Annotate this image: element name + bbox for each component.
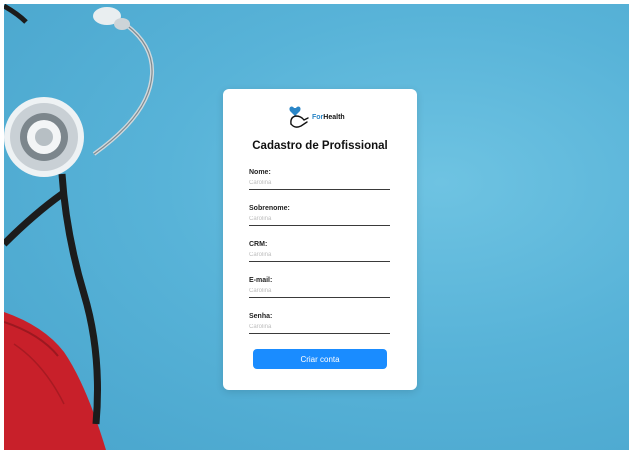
brand-logo: ForHealth: [288, 103, 345, 131]
criar-conta-button[interactable]: Criar conta: [253, 349, 387, 369]
sobrenome-input[interactable]: [249, 216, 390, 226]
nome-input[interactable]: [249, 180, 390, 190]
nome-label: Nome:: [249, 169, 271, 176]
registration-card: ForHealth Cadastro de Profissional Nome:…: [223, 89, 417, 390]
sobrenome-label: Sobrenome:: [249, 205, 290, 212]
brand-name: ForHealth: [312, 113, 345, 121]
email-input[interactable]: [249, 288, 390, 298]
crm-label: CRM:: [249, 241, 268, 248]
hand-heart-icon: [289, 106, 309, 128]
background-photo: ForHealth Cadastro de Profissional Nome:…: [4, 4, 629, 450]
field-senha: Senha:: [249, 313, 390, 334]
senha-input[interactable]: [249, 324, 390, 334]
field-nome: Nome:: [249, 169, 390, 190]
field-sobrenome: Sobrenome:: [249, 205, 390, 226]
field-crm: CRM:: [249, 241, 390, 262]
page-title: Cadastro de Profissional: [252, 140, 388, 152]
email-label: E-mail:: [249, 277, 273, 284]
field-email: E-mail:: [249, 277, 390, 298]
crm-input[interactable]: [249, 252, 390, 262]
senha-label: Senha:: [249, 313, 273, 320]
